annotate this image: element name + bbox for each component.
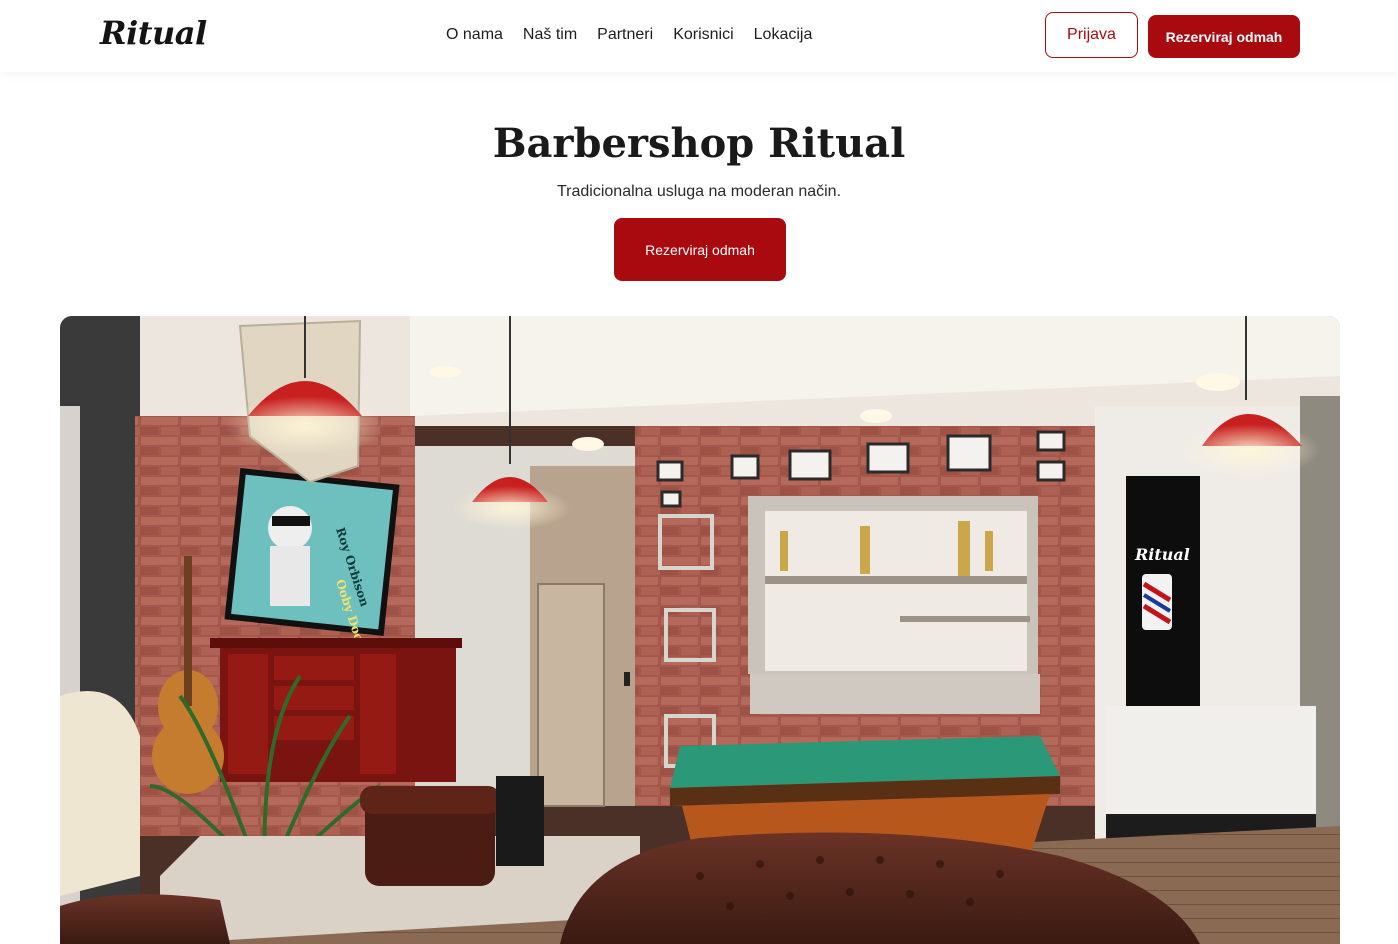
nav-link-team[interactable]: Naš tim <box>523 26 577 44</box>
barbershop-interior-photo: Roy Orbison Ooby Dooby Ritual <box>60 316 1340 944</box>
wall-logo-text: Ritual <box>1134 545 1190 564</box>
nav-link-customers[interactable]: Korisnici <box>673 26 733 44</box>
book-now-header-button[interactable]: Rezerviraj odmah <box>1148 15 1300 58</box>
hero-subtitle: Tradicionalna usluga na moderan način. <box>556 183 842 200</box>
nav-link-partners[interactable]: Partneri <box>597 26 653 44</box>
login-button[interactable]: Prijava <box>1045 12 1138 58</box>
brand-logo[interactable]: Ritual <box>100 14 207 52</box>
site-header: Ritual O nama Naš tim Partneri Korisnici… <box>0 0 1398 72</box>
nav-link-about[interactable]: O nama <box>446 26 503 44</box>
book-now-hero-button[interactable]: Rezerviraj odmah <box>614 218 786 281</box>
main-nav: O nama Naš tim Partneri Korisnici Lokaci… <box>446 26 812 44</box>
hero-title: Barbershop Ritual <box>492 120 906 167</box>
nav-link-location[interactable]: Lokacija <box>754 26 813 44</box>
